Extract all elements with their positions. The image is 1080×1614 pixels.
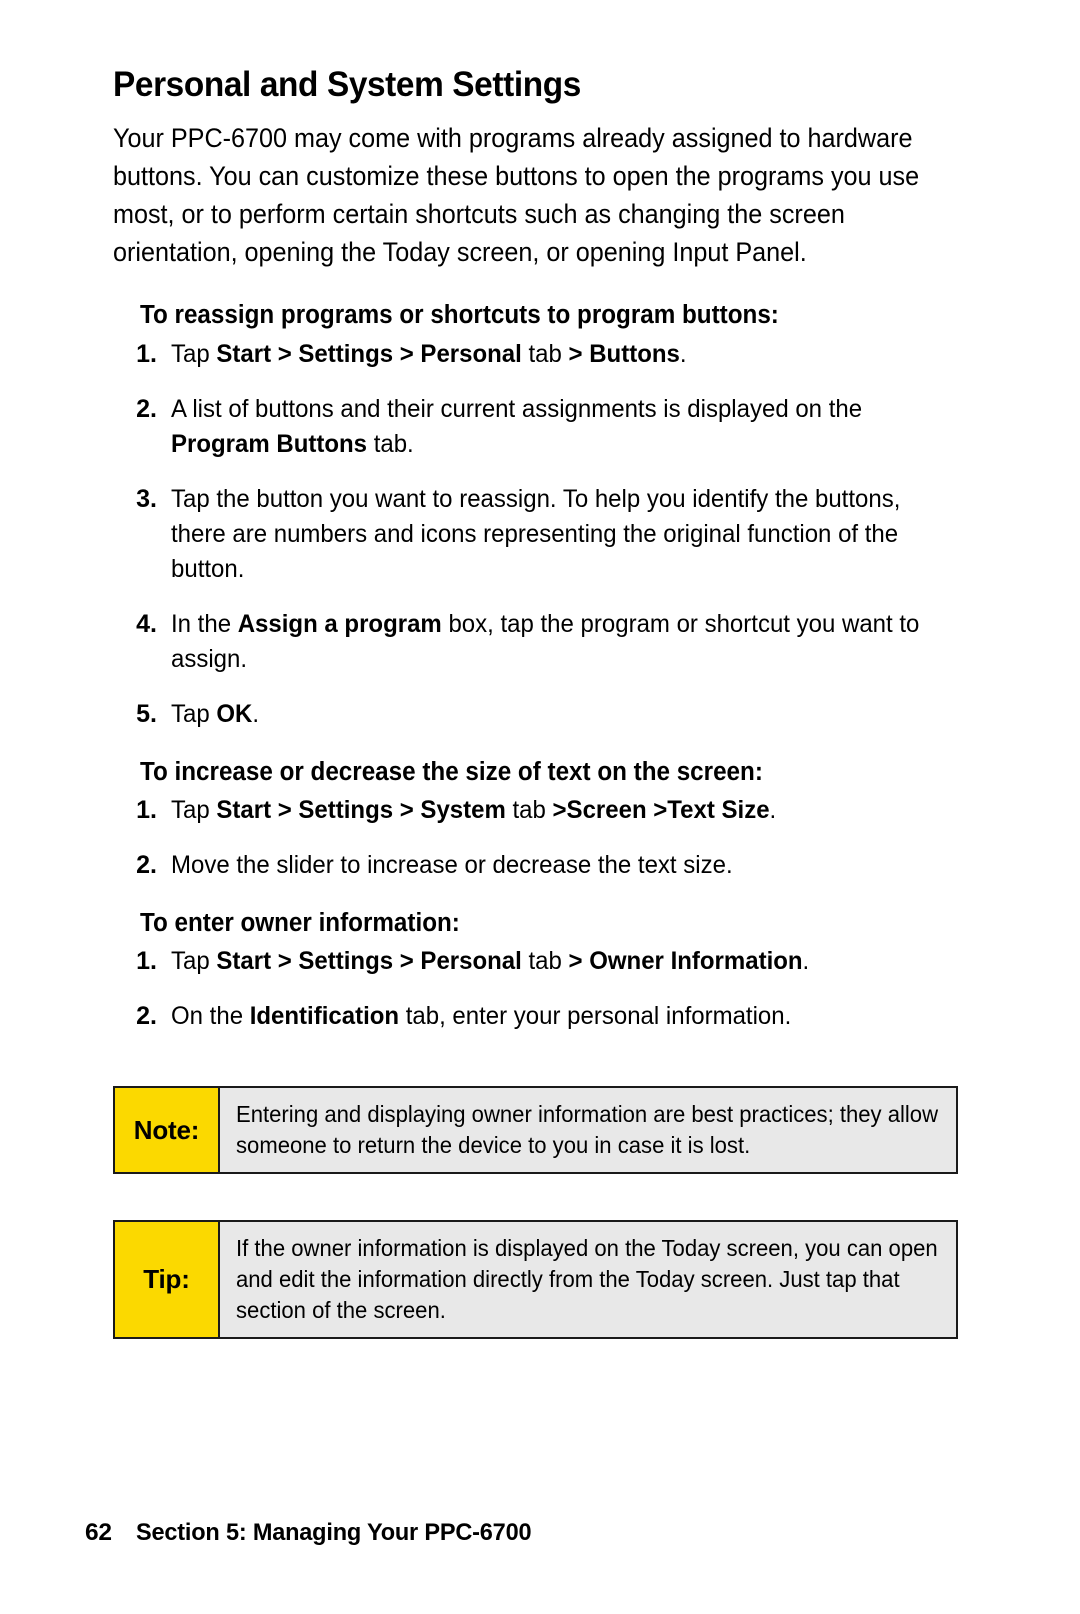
step-number: 2.	[136, 394, 157, 423]
list-item: 1. Tap Start > Settings > System tab >Sc…	[113, 793, 958, 828]
list-item: 3. Tap the button you want to reassign. …	[113, 482, 958, 587]
step-number: 5.	[136, 699, 157, 728]
step-number: 4.	[136, 609, 157, 638]
step-text: Tap Start > Settings > System tab >Scree…	[171, 795, 777, 824]
note-label: Note:	[115, 1088, 220, 1173]
step-text: On the Identification tab, enter your pe…	[171, 1002, 792, 1031]
step-number: 2.	[136, 1002, 157, 1031]
tip-body: If the owner information is displayed on…	[220, 1222, 990, 1337]
step-number: 1.	[136, 339, 157, 368]
page-footer: 62 Section 5: Managing Your PPC-6700	[85, 1519, 548, 1547]
document-page: Personal and System Settings Your PPC-67…	[0, 0, 1080, 1614]
list-item: 2. On the Identification tab, enter your…	[113, 999, 958, 1034]
step-text: Tap Start > Settings > Personal tab > Ow…	[171, 947, 810, 976]
page-content: Personal and System Settings Your PPC-67…	[113, 64, 958, 1340]
list-item: 4. In the Assign a program box, tap the …	[113, 607, 958, 677]
note-body: Entering and displaying owner informatio…	[220, 1088, 990, 1172]
step-number: 1.	[136, 795, 157, 824]
note-text: Entering and displaying owner informatio…	[236, 1101, 939, 1159]
list-item: 1. Tap Start > Settings > Personal tab >…	[113, 337, 958, 372]
note-callout-box: Note: Entering and displaying owner info…	[113, 1086, 958, 1175]
step-text: Tap Start > Settings > Personal tab > Bu…	[171, 339, 687, 368]
step-list-reassign-programs: 1. Tap Start > Settings > Personal tab >…	[113, 337, 958, 732]
list-item: 2. A list of buttons and their current a…	[113, 392, 958, 462]
step-text: A list of buttons and their current assi…	[171, 394, 863, 458]
footer-page-number: 62	[85, 1519, 112, 1546]
step-number: 3.	[136, 484, 157, 513]
page-title: Personal and System Settings	[113, 64, 581, 104]
section-heading-owner-information: To enter owner information:	[140, 908, 460, 937]
step-text: In the Assign a program box, tap the pro…	[171, 609, 920, 673]
step-text: Tap the button you want to reassign. To …	[171, 484, 901, 583]
step-text: Move the slider to increase or decrease …	[171, 850, 733, 879]
intro-paragraph: Your PPC-6700 may come with programs alr…	[113, 123, 920, 268]
list-item: 1. Tap Start > Settings > Personal tab >…	[113, 944, 958, 979]
step-number: 2.	[136, 850, 157, 879]
list-item: 2. Move the slider to increase or decrea…	[113, 848, 958, 883]
tip-text: If the owner information is displayed on…	[236, 1235, 938, 1324]
step-number: 1.	[136, 947, 157, 976]
tip-callout-box: Tip: If the owner information is display…	[113, 1220, 958, 1340]
step-list-text-size: 1. Tap Start > Settings > System tab >Sc…	[113, 793, 958, 883]
section-heading-text-size: To increase or decrease the size of text…	[140, 757, 763, 786]
step-text: Tap OK.	[171, 699, 260, 728]
section-heading-reassign-programs: To reassign programs or shortcuts to pro…	[140, 301, 779, 330]
step-list-owner-information: 1. Tap Start > Settings > Personal tab >…	[113, 944, 958, 1034]
list-item: 5. Tap OK.	[113, 697, 958, 732]
footer-section-title: Section 5: Managing Your PPC-6700	[135, 1519, 532, 1546]
tip-label: Tip:	[115, 1222, 220, 1338]
